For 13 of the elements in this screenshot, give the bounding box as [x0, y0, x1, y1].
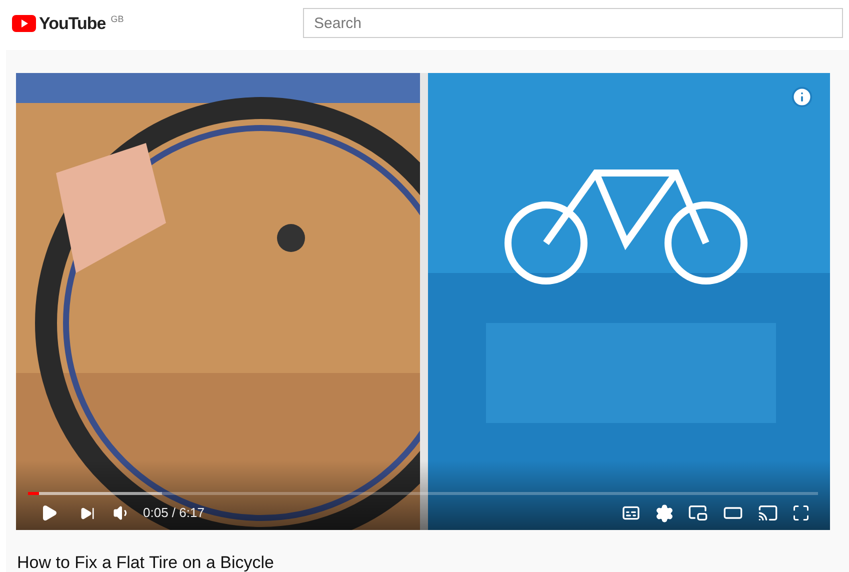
progress-track[interactable] — [28, 492, 818, 495]
time-display: 0:05 / 6:17 — [143, 504, 204, 522]
play-icon[interactable] — [40, 504, 58, 522]
play-logo-icon — [12, 14, 36, 32]
video-title: How to Fix a Flat Tire on a Bicycle — [17, 553, 274, 572]
logo-text: YouTube — [39, 14, 106, 32]
miniplayer-icon[interactable] — [688, 503, 708, 523]
cast-icon[interactable] — [758, 503, 778, 523]
search-field[interactable]: Search — [303, 8, 843, 38]
fullscreen-icon[interactable] — [792, 504, 810, 522]
next-icon[interactable] — [80, 506, 95, 520]
settings-icon[interactable] — [655, 504, 674, 522]
region-label: GB — [110, 12, 124, 26]
